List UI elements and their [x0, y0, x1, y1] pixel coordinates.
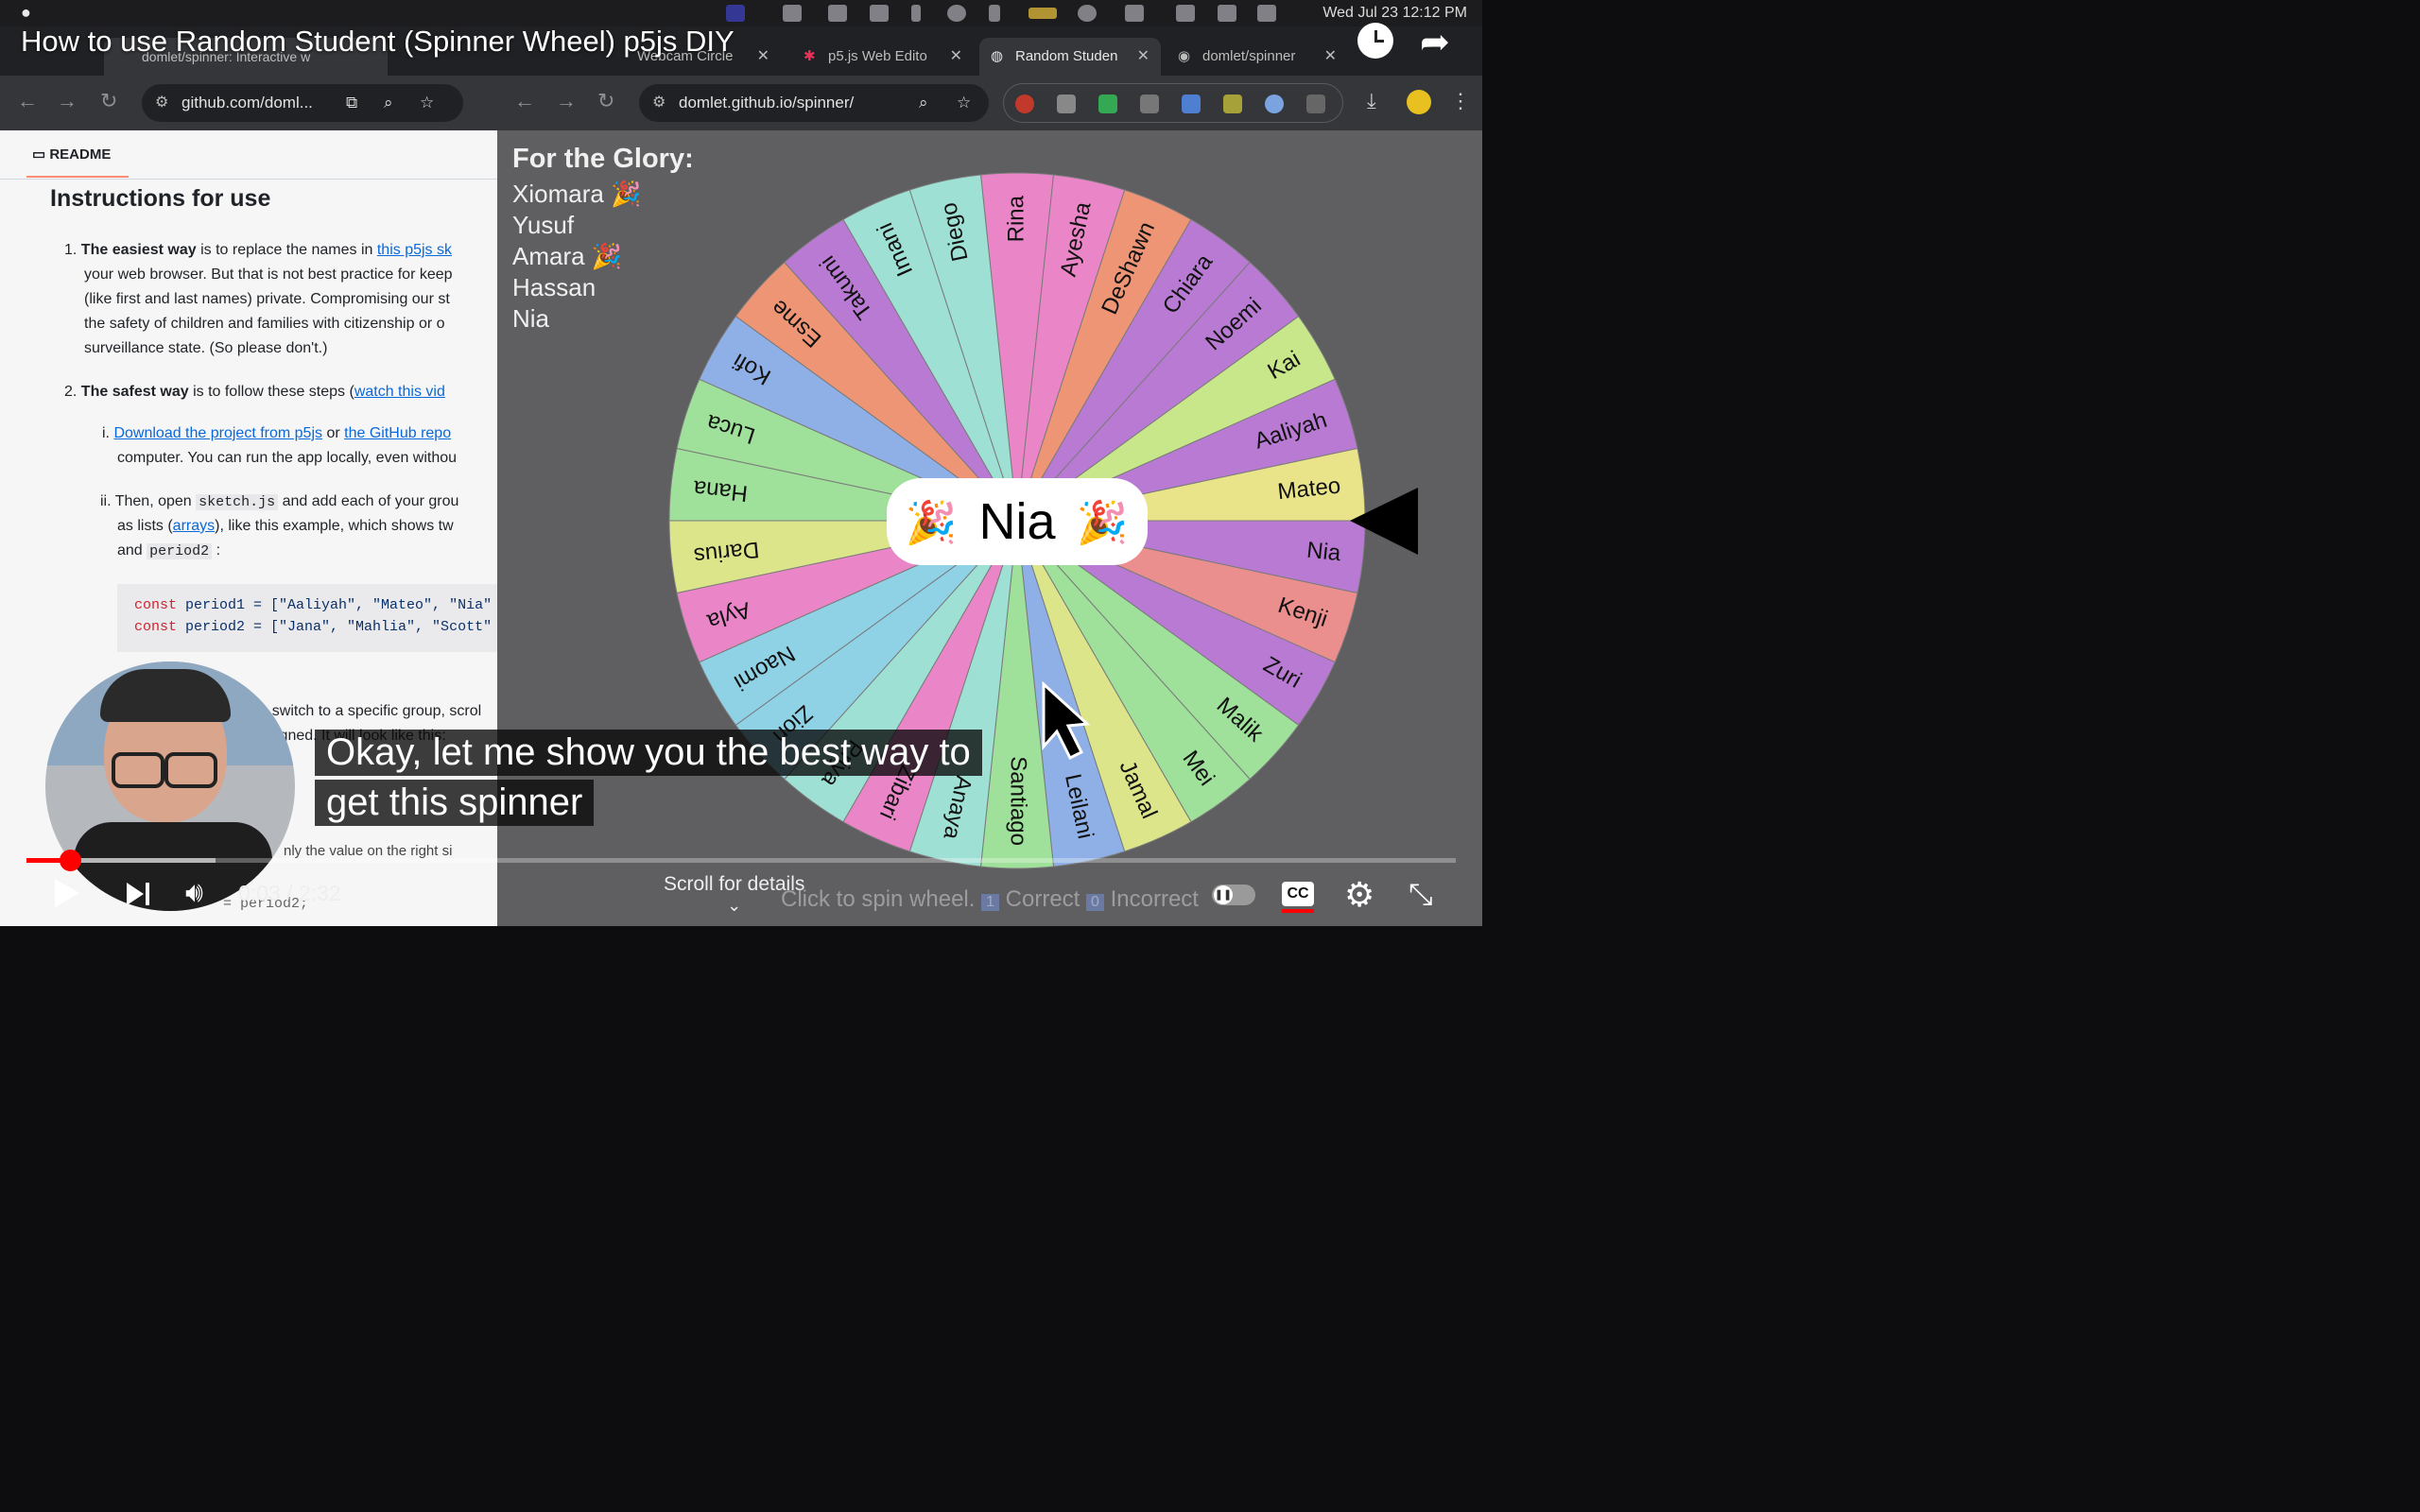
time-separator: /	[286, 881, 293, 905]
wheel-label: Nia	[1305, 538, 1342, 567]
play-icon[interactable]	[55, 879, 79, 907]
watch-later-icon[interactable]	[1357, 23, 1393, 59]
scroll-for-details[interactable]: Scroll for details ⌄	[664, 873, 804, 916]
share-icon[interactable]: ➦	[1420, 21, 1450, 63]
spin-hint: Click to spin wheel.	[781, 886, 976, 912]
app-bottom-bar: Click to spin wheel. 1 Correct 0 Incorre…	[781, 886, 1199, 913]
video-title[interactable]: How to use Random Student (Spinner Wheel…	[21, 25, 735, 59]
correct-label[interactable]: Correct	[1006, 886, 1080, 912]
wheel-label: Rina	[1003, 195, 1028, 242]
webcam-bubble	[45, 662, 295, 911]
caption-line-2: get this spinner	[315, 780, 595, 826]
exit-fullscreen-icon[interactable]: ⤡	[1409, 877, 1433, 913]
glasses-icon	[164, 752, 217, 788]
chevron-down-icon: ⌄	[727, 896, 742, 915]
wheel-label: Santiago	[1006, 756, 1031, 846]
gear-icon[interactable]: ⚙	[1344, 875, 1374, 915]
progress-bar[interactable]	[26, 858, 1456, 863]
time-current: 0:03	[238, 881, 281, 905]
correct-count: 1	[981, 894, 999, 911]
glasses-icon	[112, 752, 164, 788]
volume-icon[interactable]: 🔊︎	[185, 877, 203, 909]
autoplay-toggle[interactable]: ❚❚	[1212, 885, 1255, 905]
captions-active-indicator	[1282, 909, 1314, 913]
winner-name: Nia	[978, 493, 1056, 550]
time-display: 0:03 / 2:32	[238, 881, 341, 906]
incorrect-count: 0	[1086, 894, 1104, 911]
scroll-for-details-label: Scroll for details	[664, 873, 805, 895]
pause-icon: ❚❚	[1214, 885, 1233, 904]
time-total: 2:32	[298, 881, 341, 905]
captions: Okay, let me show you the best way to ge…	[315, 730, 982, 830]
party-popper-icon: 🎉	[1077, 499, 1129, 547]
caption-line-1: Okay, let me show you the best way to	[315, 730, 982, 776]
person-hair	[100, 669, 231, 722]
incorrect-label[interactable]: Incorrect	[1111, 886, 1199, 912]
party-popper-icon: 🎉	[906, 499, 958, 547]
captions-cc-icon[interactable]: CC	[1282, 882, 1314, 906]
